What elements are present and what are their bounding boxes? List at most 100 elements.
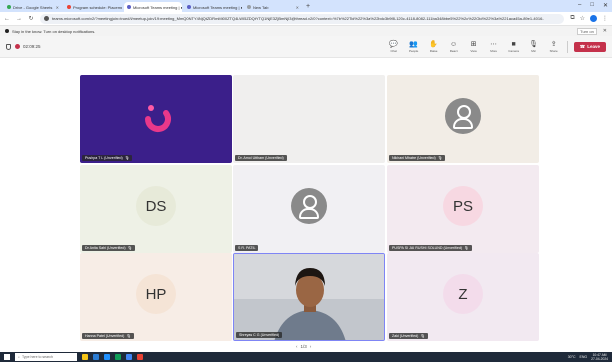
turn-on-notifications-button[interactable]: Turn on bbox=[577, 27, 597, 35]
initials-avatar: PS bbox=[443, 186, 483, 227]
participant-tile[interactable]: Nikhani Mhatre (Unverified) 🎙 bbox=[387, 75, 539, 163]
browser-tab[interactable]: Drive - Google Sheets ✕ bbox=[4, 2, 62, 12]
leave-button[interactable]: ☎ Leave bbox=[573, 41, 606, 52]
raise-button[interactable]: ✋ Raise bbox=[427, 41, 441, 53]
taskbar-search-placeholder: Type here to search bbox=[21, 355, 53, 359]
forward-icon[interactable]: → bbox=[16, 16, 22, 22]
notification-bar: Stay in the know. Turn on desktop notifi… bbox=[0, 26, 612, 36]
tool-label: Mic bbox=[531, 48, 536, 53]
browser-tab[interactable]: Microsoft Teams meeting | ●✕ bbox=[124, 2, 182, 12]
search-icon: ⌕ bbox=[18, 355, 20, 359]
prev-page-button[interactable]: ‹ bbox=[296, 344, 298, 349]
close-notification-icon[interactable]: ✕ bbox=[603, 28, 607, 34]
shield-icon bbox=[6, 43, 11, 50]
people-button[interactable]: 👥 People bbox=[407, 41, 421, 53]
camera-button[interactable]: ■ Camera bbox=[507, 41, 521, 53]
next-page-button[interactable]: › bbox=[310, 344, 312, 349]
extensions-icon[interactable]: ⧉ bbox=[570, 15, 574, 22]
org-logo-icon bbox=[145, 105, 171, 132]
profile-avatar[interactable] bbox=[590, 15, 597, 22]
minimize-icon[interactable]: – bbox=[578, 2, 581, 9]
reload-icon[interactable]: ↻ bbox=[28, 15, 34, 22]
tool-label: People bbox=[408, 48, 419, 53]
participant-name-label: Pushpa T L (Unverified) 🎙 bbox=[82, 155, 133, 161]
meeting-timer: 02:09:25 bbox=[23, 44, 41, 49]
more-button[interactable]: ⋯ More bbox=[487, 41, 501, 53]
tab-favicon-icon bbox=[127, 5, 131, 9]
mic-muted-icon: 🎙 bbox=[420, 334, 425, 338]
participant-name-label: S R. PATIL bbox=[235, 245, 259, 251]
taskbar-app-icon[interactable] bbox=[104, 354, 110, 360]
browser-tab[interactable]: New Tab ✕ bbox=[244, 2, 302, 12]
mic-muted-icon: 🎙 bbox=[126, 334, 131, 338]
participant-name-label: Nikhani Mhatre (Unverified) 🎙 bbox=[389, 155, 446, 161]
browser-tab-strip: Drive - Google Sheets ✕ Program schedule: … bbox=[0, 0, 612, 12]
clock[interactable]: 10:47 AM 27-04-2024 bbox=[591, 353, 608, 361]
view-icon: ⊞ bbox=[470, 40, 477, 48]
participant-tile[interactable]: Z Zaki (Unverified) 🎙 bbox=[387, 253, 539, 341]
share-button[interactable]: ⇪ Share bbox=[547, 41, 561, 53]
person-avatar-icon bbox=[291, 188, 327, 225]
participant-tile[interactable]: Pushpa T L (Unverified) 🎙 bbox=[80, 75, 232, 163]
tool-label: View bbox=[470, 48, 477, 53]
close-window-icon[interactable]: ✕ bbox=[603, 2, 608, 9]
participant-name-label: Dr Anita Sahi (Unverified) 🎙 bbox=[82, 245, 136, 251]
participant-name: PUSPA SI JAI RUSHI SOLUND (Unverified) bbox=[392, 246, 463, 250]
initials-avatar: Z bbox=[443, 274, 483, 315]
tool-label: React bbox=[449, 48, 458, 53]
back-icon[interactable]: ← bbox=[4, 16, 10, 22]
site-info-icon[interactable] bbox=[44, 16, 49, 21]
clock-date: 27-04-2024 bbox=[591, 357, 608, 361]
initials-avatar: DS bbox=[136, 186, 176, 227]
tool-label: More bbox=[490, 48, 498, 53]
taskbar-app-icon[interactable] bbox=[126, 354, 132, 360]
language-indicator[interactable]: ENG bbox=[580, 355, 588, 359]
bell-icon bbox=[5, 29, 9, 33]
view-button[interactable]: ⊞ View bbox=[467, 41, 481, 53]
react-button[interactable]: ☺ React bbox=[447, 41, 461, 53]
participant-tile[interactable]: S R. PATIL bbox=[233, 165, 385, 253]
taskbar-app-icon[interactable] bbox=[93, 354, 99, 360]
mic-muted-icon: 🎙 bbox=[437, 156, 443, 160]
tool-label: Camera bbox=[508, 48, 519, 53]
participant-tile[interactable]: PS PUSPA SI JAI RUSHI SOLUND (Unverified)… bbox=[387, 165, 539, 253]
participant-tile[interactable]: HP Hanna Patel (Unverified) 🎙 bbox=[80, 253, 232, 341]
url-input[interactable]: teams.microsoft.com/v2/?meetingjoin=true… bbox=[40, 13, 565, 24]
participant-tile[interactable]: DS Dr Anita Sahi (Unverified) 🎙 bbox=[80, 165, 232, 253]
taskbar-app-icon[interactable] bbox=[137, 354, 143, 360]
camera-icon: ■ bbox=[511, 40, 516, 48]
mic-button[interactable]: 🎙 Mic bbox=[527, 41, 541, 53]
participant-name: Dr Anita Sahi (Unverified) bbox=[85, 246, 126, 250]
participant-name-label: Dr. Amol Uttham (Unverified) bbox=[235, 155, 287, 161]
browser-menu-icon[interactable]: ⋮ bbox=[602, 15, 608, 22]
close-tab-icon[interactable]: ✕ bbox=[296, 5, 299, 10]
browser-tab[interactable]: Microsoft Teams meeting | ●✕ bbox=[184, 2, 242, 12]
gallery-pager: ‹ 1/3 › bbox=[296, 344, 311, 349]
maximize-icon[interactable]: □ bbox=[590, 2, 594, 9]
taskbar-app-icon[interactable] bbox=[115, 354, 121, 360]
chat-button[interactable]: 💬 Chat bbox=[387, 41, 401, 53]
windows-start-icon[interactable] bbox=[4, 354, 10, 360]
tool-label: Share bbox=[549, 48, 558, 53]
participant-name: S R. PATIL bbox=[238, 246, 256, 250]
taskbar-search-input[interactable]: ⌕ Type here to search bbox=[15, 353, 77, 361]
participant-tile[interactable]: Shreyas C G (Unverified) bbox=[233, 253, 385, 341]
participant-name-label: Zaki (Unverified) 🎙 bbox=[389, 333, 428, 339]
participant-tile[interactable]: Dr. Amol Uttham (Unverified) bbox=[233, 75, 385, 163]
raise-hand-icon: ✋ bbox=[429, 40, 438, 48]
phone-icon: ☎ bbox=[579, 43, 586, 49]
participant-name: Pushpa T L (Unverified) bbox=[85, 156, 123, 160]
participant-name: Shreyas C G (Unverified) bbox=[239, 333, 280, 337]
meeting-controls: 💬 Chat 👥 People ✋ Raise ☺ React ⊞ View ⋯ More ■ Camer… bbox=[387, 41, 561, 53]
tab-favicon-icon bbox=[67, 5, 71, 9]
tool-label: Chat bbox=[390, 48, 397, 53]
taskbar-app-icon[interactable] bbox=[82, 354, 88, 360]
weather-text: 30°C bbox=[567, 355, 576, 359]
bookmark-star-icon[interactable]: ☆ bbox=[580, 15, 585, 22]
meeting-toolbar: 02:09:25 💬 Chat 👥 People ✋ Raise ☺ React ⊞ View ⋯ M… bbox=[0, 36, 612, 58]
new-tab-button[interactable]: + bbox=[306, 2, 310, 12]
close-tab-icon[interactable]: ✕ bbox=[56, 5, 59, 10]
browser-tab[interactable]: Program schedule: Placement✕ bbox=[64, 2, 122, 12]
mic-icon: 🎙 bbox=[529, 40, 539, 48]
tab-title: Microsoft Teams meeting | ● bbox=[133, 4, 182, 10]
